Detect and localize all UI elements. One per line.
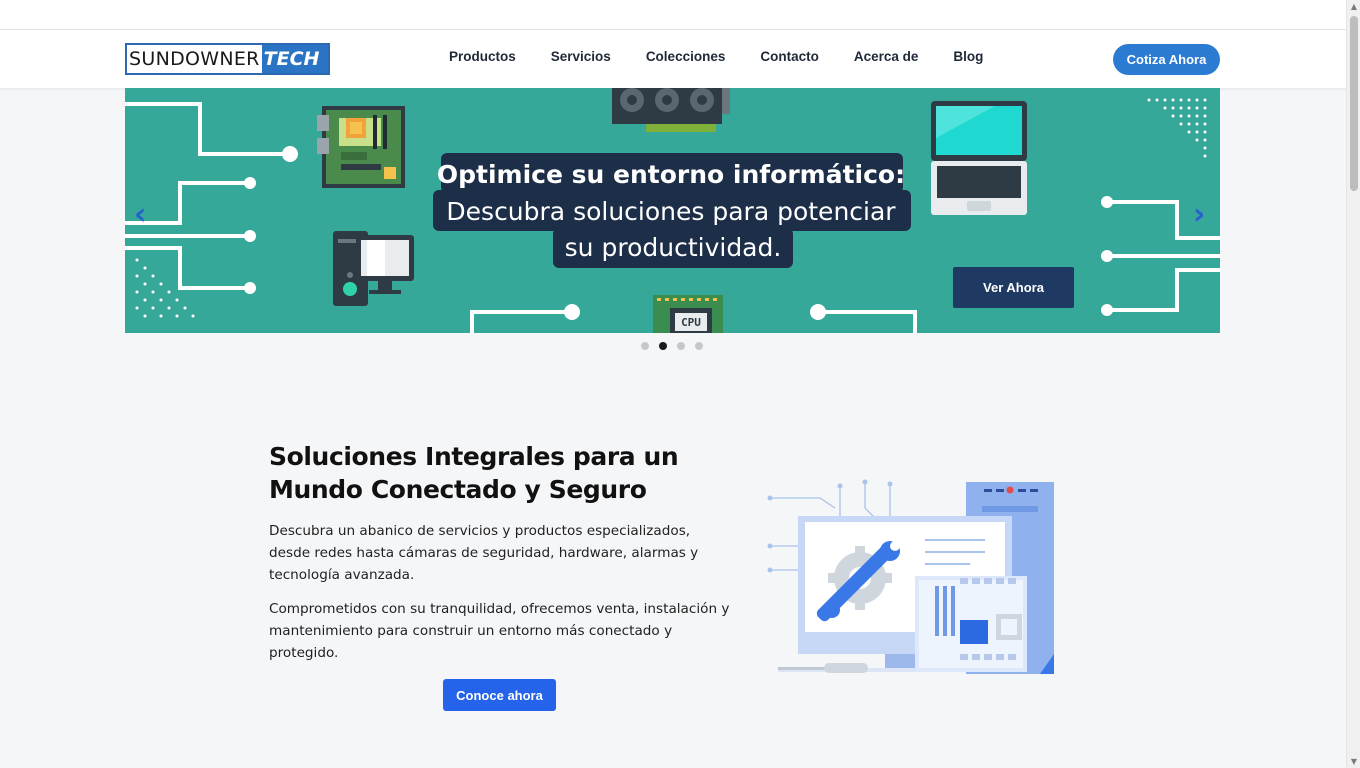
carousel-next-arrow-icon[interactable]: › bbox=[1193, 197, 1205, 232]
logo-text-sundowner: SUNDOWNER bbox=[127, 45, 262, 73]
carousel-dot-2[interactable] bbox=[659, 342, 667, 350]
carousel-dot-1[interactable] bbox=[641, 342, 649, 350]
intro-paragraph-2: Comprometidos con su tranquilidad, ofrec… bbox=[269, 601, 730, 661]
desktop-computer-icon bbox=[333, 231, 414, 306]
logo-text-tech: TECH bbox=[261, 45, 328, 73]
conoce-ahora-button[interactable]: Conoce ahora bbox=[443, 679, 556, 711]
scroll-thumb[interactable] bbox=[1350, 16, 1358, 191]
nav-productos[interactable]: Productos bbox=[449, 49, 516, 64]
main-nav: Productos Servicios Colecciones Contacto… bbox=[449, 49, 983, 64]
carousel-prev-arrow-icon[interactable]: ‹ bbox=[134, 197, 146, 232]
page-scrollbar[interactable]: ▲ ▼ bbox=[1346, 0, 1360, 768]
cotiza-ahora-button[interactable]: Cotiza Ahora bbox=[1113, 44, 1220, 75]
laptop-icon bbox=[931, 101, 1027, 215]
illus-circuit-board bbox=[915, 576, 1027, 672]
scroll-up-arrow-icon[interactable]: ▲ bbox=[1349, 2, 1359, 11]
hero-title-line3: su productividad. bbox=[565, 233, 782, 262]
navbar: SUNDOWNER TECH Productos Servicios Colec… bbox=[0, 30, 1346, 88]
nav-acerca-de[interactable]: Acerca de bbox=[854, 49, 919, 64]
browser-top-strip bbox=[0, 0, 1346, 30]
intro-title: Soluciones Integrales para un Mundo Cone… bbox=[269, 442, 679, 504]
carousel-indicators bbox=[641, 342, 703, 350]
nav-colecciones[interactable]: Colecciones bbox=[646, 49, 726, 64]
nav-contacto[interactable]: Contacto bbox=[760, 49, 819, 64]
dot-pattern-right bbox=[1147, 98, 1207, 158]
hero-title-line2: Descubra soluciones para potenciar bbox=[446, 197, 896, 226]
carousel-dot-3[interactable] bbox=[677, 342, 685, 350]
logo[interactable]: SUNDOWNER TECH bbox=[125, 43, 330, 75]
carousel-dot-4[interactable] bbox=[695, 342, 703, 350]
nav-servicios[interactable]: Servicios bbox=[551, 49, 611, 64]
tech-support-illustration bbox=[767, 479, 1054, 674]
scroll-down-arrow-icon[interactable]: ▼ bbox=[1349, 757, 1359, 766]
hero-title-line1: Optimice su entorno informático: bbox=[437, 160, 905, 189]
motherboard-icon bbox=[317, 106, 405, 188]
cpu-label: CPU bbox=[681, 316, 701, 329]
graphics-card-icon bbox=[612, 88, 730, 132]
nav-blog[interactable]: Blog bbox=[953, 49, 983, 64]
intro-paragraph-1: Descubra un abanico de servicios y produ… bbox=[269, 523, 699, 583]
ver-ahora-button[interactable]: Ver Ahora bbox=[953, 267, 1074, 308]
